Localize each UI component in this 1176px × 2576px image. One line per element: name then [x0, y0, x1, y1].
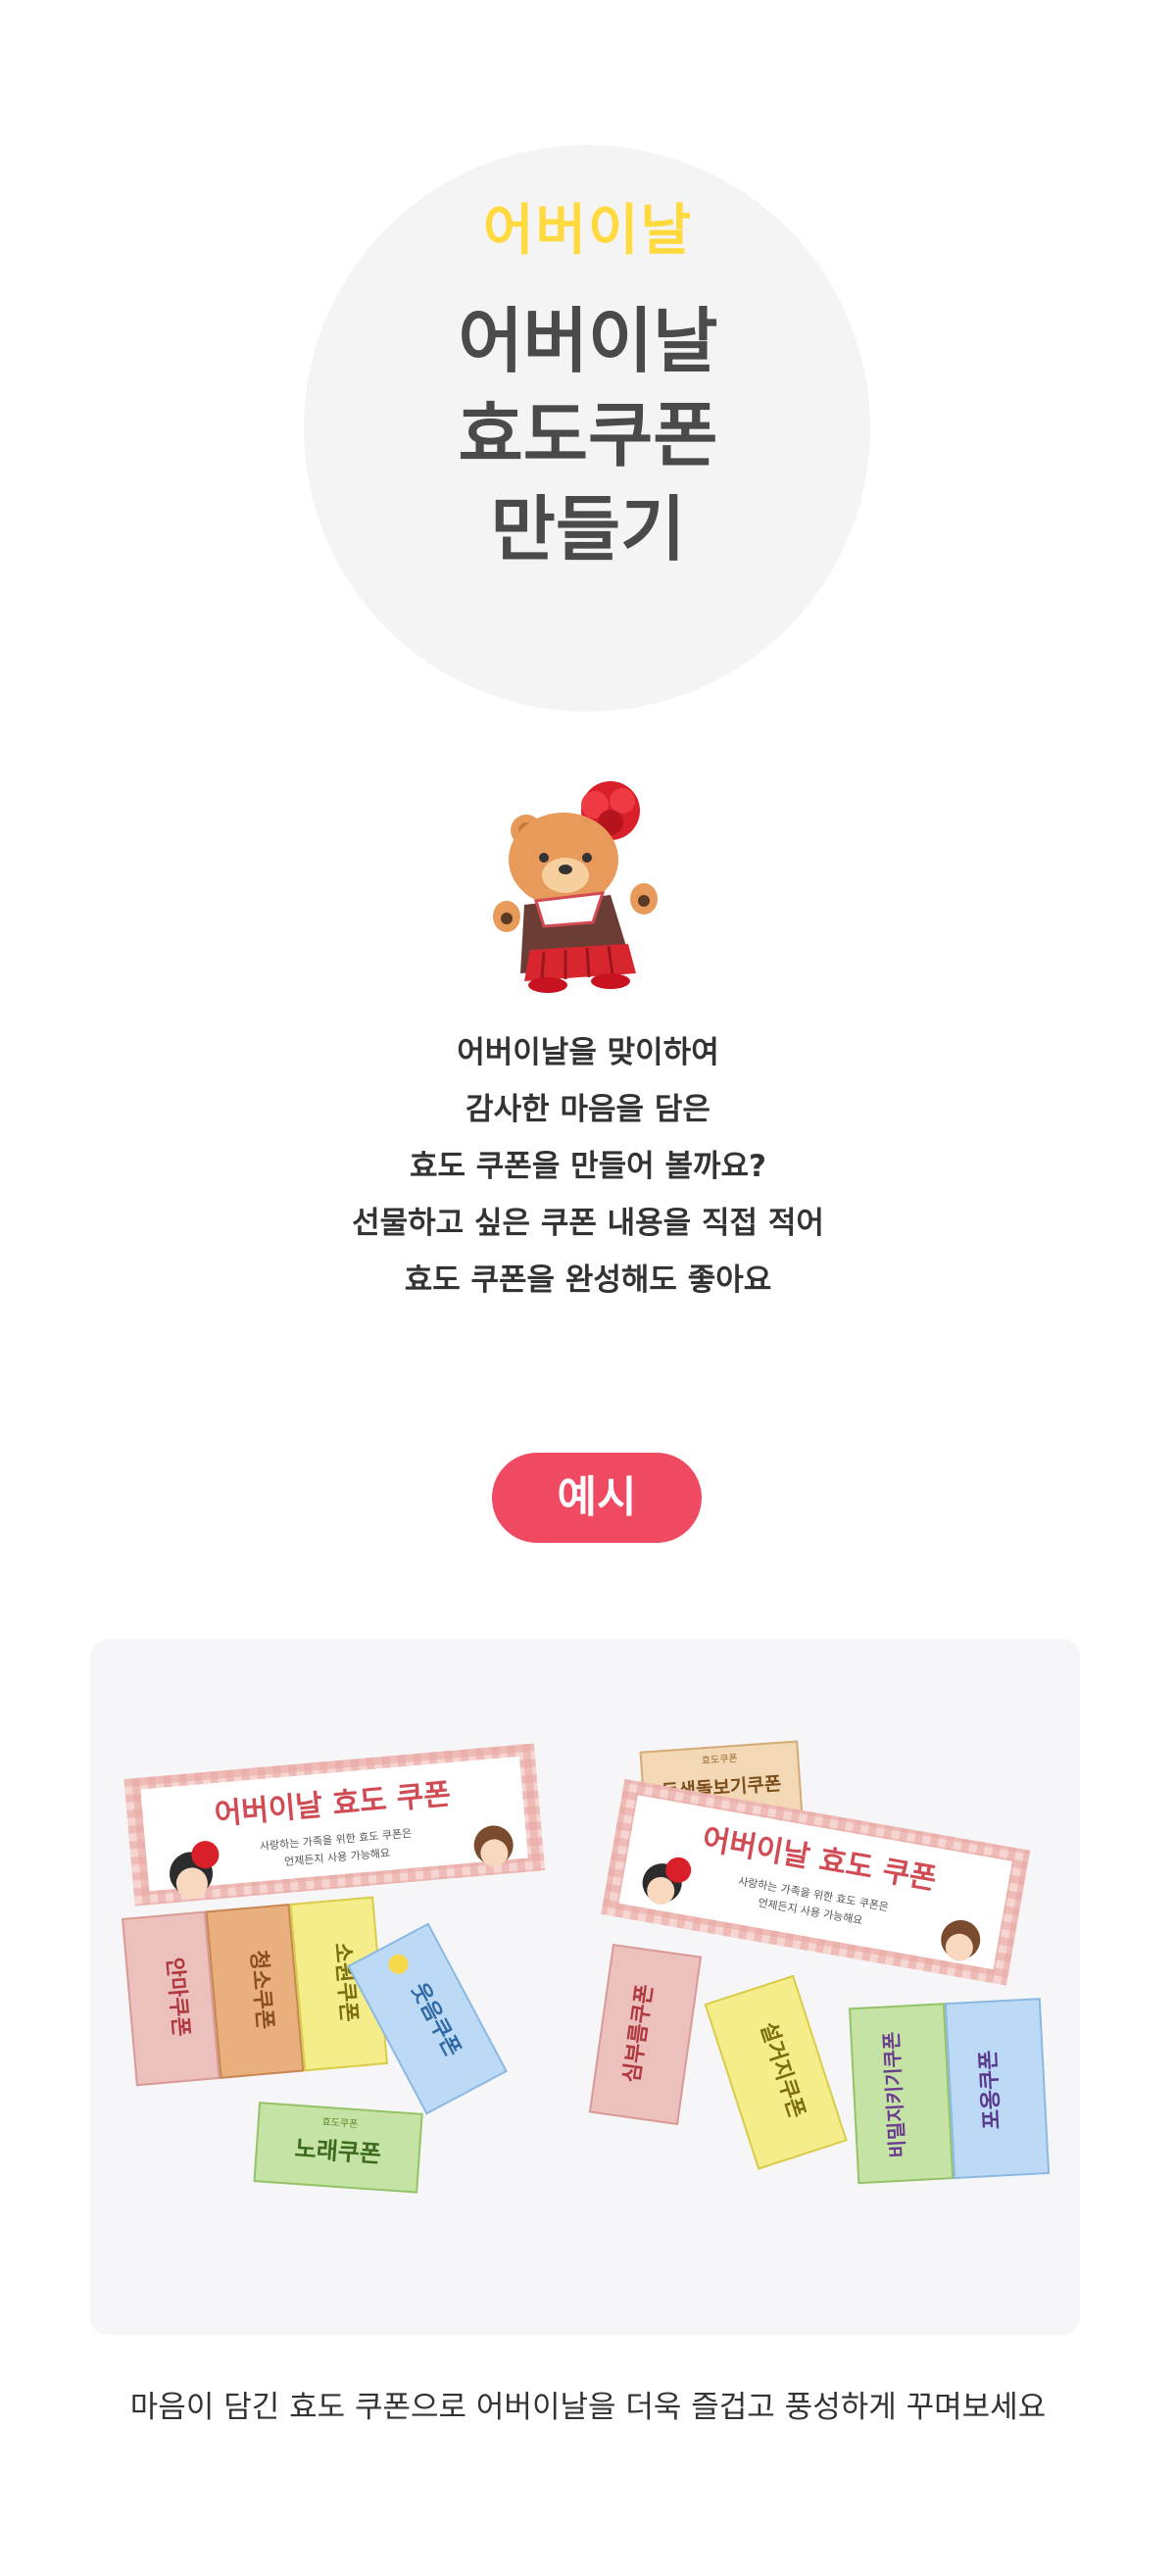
intro-text: 어버이날을 맞이하여 감사한 마음을 담은 효도 쿠폰을 만들어 볼까요? 선물… — [0, 1024, 1176, 1309]
right-coupon-5: 포옹쿠폰 — [976, 2050, 1004, 2130]
bear-with-carnation-icon — [493, 781, 658, 993]
coupon-example-illustration: 어버이날 효도 쿠폰 사랑하는 가족을 위한 효도 쿠폰은 언제든지 사용 가능… — [122, 1740, 1051, 2194]
hero-title-line-1: 어버이날 — [458, 300, 718, 382]
intro-line-1: 어버이날을 맞이하여 — [457, 1035, 719, 1070]
intro-line-2: 감사한 마음을 담은 — [466, 1092, 710, 1127]
example-photo: 어버이날 효도 쿠폰 사랑하는 가족을 위한 효도 쿠폰은 언제든지 사용 가능… — [90, 1639, 1080, 2335]
intro-line-4: 선물하고 싶은 쿠폰 내용을 직접 적어 — [352, 1206, 824, 1241]
caption: 마음이 담긴 효도 쿠폰으로 어버이날을 더욱 즐겁고 풍성하게 꾸며보세요 — [129, 2390, 1047, 2425]
intro-line-3: 효도 쿠폰을 만들어 볼까요? — [409, 1149, 767, 1184]
hero-label: 어버이날 — [482, 199, 694, 263]
hero-title: 어버이날 효도쿠폰 만들기 — [0, 294, 1176, 576]
hero-title-line-3: 만들기 — [490, 488, 686, 570]
hero-title-line-2: 효도쿠폰 — [458, 394, 718, 476]
intro-line-5: 효도 쿠폰을 완성해도 좋아요 — [404, 1263, 772, 1298]
example-badge: 예시 — [492, 1453, 702, 1543]
